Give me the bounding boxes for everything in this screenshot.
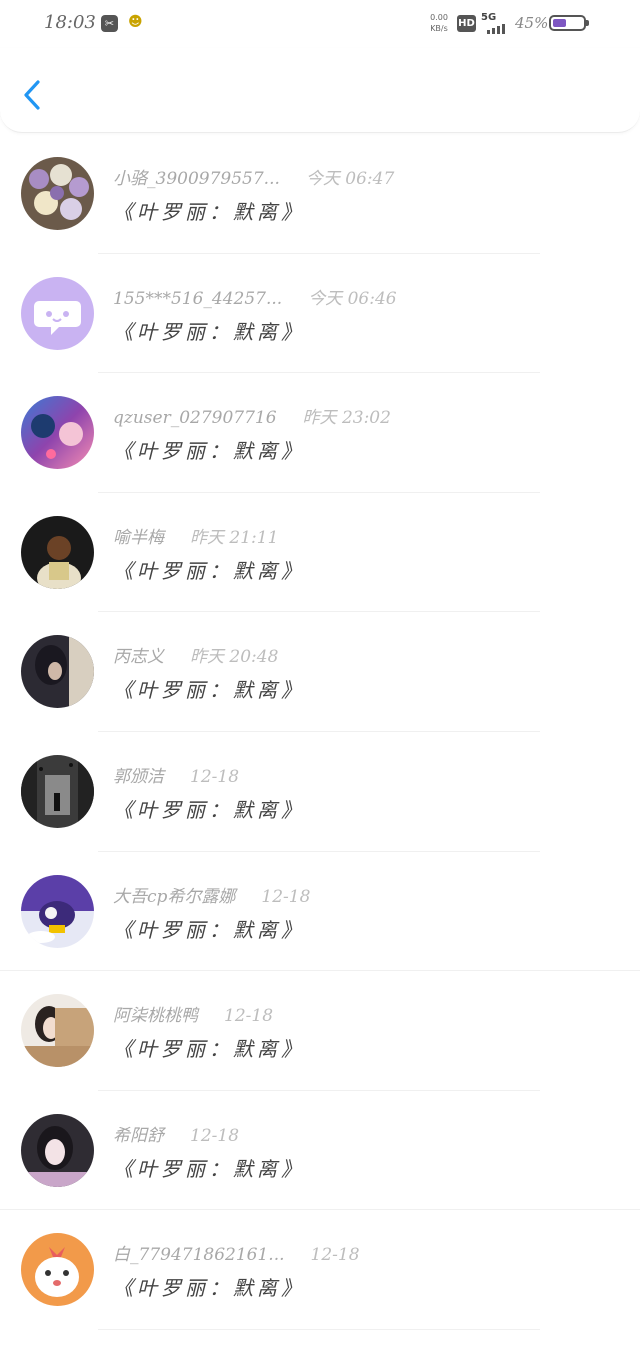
- list-item[interactable]: qzuser_027907716 昨天 23:02 《叶罗丽：默离》: [0, 373, 640, 493]
- message-time: 12-18: [261, 886, 311, 907]
- sender-line: 喻半梅 昨天 21:11: [113, 523, 278, 548]
- list-item[interactable]: 小骆_3900979557... 今天 06:47 《叶罗丽：默离》: [0, 134, 640, 254]
- list-item[interactable]: 大吾cp希尔露娜 12-18 《叶罗丽：默离》: [0, 852, 640, 972]
- message-time: 今天 06:46: [308, 288, 397, 309]
- sender-line: 希阳舒 12-18: [113, 1121, 239, 1146]
- message-time: 今天 06:47: [305, 169, 395, 189]
- sender-name: 希阳舒: [113, 1125, 164, 1146]
- message-text: 《叶罗丽：默离》: [113, 439, 305, 464]
- message-text: 《叶罗丽：默离》: [113, 917, 305, 942]
- list-item[interactable]: 丙志义 昨天 20:48 《叶罗丽：默离》: [0, 612, 640, 732]
- scissors-app-icon: ✂: [101, 15, 118, 32]
- sender-name: 小骆_3900979557...: [113, 169, 280, 189]
- battery-icon: [549, 15, 589, 31]
- message-list: 小骆_3900979557... 今天 06:47 《叶罗丽：默离》 155***…: [0, 134, 640, 1330]
- avatar[interactable]: [21, 754, 94, 828]
- message-time: 12-18: [190, 1125, 240, 1146]
- message-text: 《叶罗丽：默离》: [113, 558, 305, 583]
- message-time: 昨天 21:11: [190, 527, 279, 548]
- divider: [98, 1328, 540, 1330]
- list-item[interactable]: 白_779471862161... 12-18 《叶罗丽：默离》: [0, 1210, 640, 1330]
- hd-icon: HD: [457, 15, 476, 32]
- header-bar: [0, 48, 640, 133]
- battery-fill: [553, 19, 566, 27]
- message-text: 《叶罗丽：默离》: [113, 1037, 305, 1062]
- message-time: 12-18: [190, 766, 240, 787]
- sender-line: 阿柒桃桃鸭 12-18: [113, 1001, 273, 1026]
- list-item[interactable]: 郭颁洁 12-18 《叶罗丽：默离》: [0, 732, 640, 852]
- list-item[interactable]: 希阳舒 12-18 《叶罗丽：默离》: [0, 1091, 640, 1211]
- message-text: 《叶罗丽：默离》: [113, 200, 305, 224]
- avatar[interactable]: [21, 635, 94, 709]
- sender-line: 155***516_44257... 今天 06:46: [113, 284, 397, 309]
- emoji-notification-icon: ☻: [128, 14, 143, 30]
- back-button[interactable]: [18, 74, 50, 114]
- network-speed-value: 0.00: [430, 13, 448, 22]
- status-time: 18:03: [44, 12, 96, 33]
- sender-name: 郭颁洁: [113, 766, 164, 787]
- sender-line: qzuser_027907716 昨天 23:02: [113, 403, 391, 428]
- sender-name: 白_779471862161...: [113, 1245, 285, 1266]
- chevron-left-icon: [24, 80, 40, 110]
- list-item[interactable]: 阿柒桃桃鸭 12-18 《叶罗丽：默离》: [0, 971, 640, 1091]
- avatar[interactable]: [21, 276, 94, 350]
- sender-name: 阿柒桃桃鸭: [113, 1006, 198, 1027]
- avatar[interactable]: [21, 1113, 94, 1187]
- sender-line: 丙志义 昨天 20:48: [113, 642, 278, 667]
- sender-line: 白_779471862161... 12-18: [113, 1240, 360, 1265]
- list-item[interactable]: 155***516_44257... 今天 06:46 《叶罗丽：默离》: [0, 254, 640, 374]
- message-text: 《叶罗丽：默离》: [113, 1156, 305, 1181]
- message-text: 《叶罗丽：默离》: [113, 1276, 305, 1301]
- sender-line: 小骆_3900979557... 今天 06:47: [113, 164, 394, 189]
- message-time: 12-18: [310, 1245, 360, 1266]
- message-time: 昨天 20:48: [190, 647, 279, 668]
- avatar[interactable]: [21, 874, 94, 948]
- avatar[interactable]: [21, 396, 94, 470]
- sender-line: 郭颁洁 12-18: [113, 762, 239, 787]
- message-text: 《叶罗丽：默离》: [113, 319, 305, 344]
- avatar[interactable]: [21, 515, 94, 589]
- message-text: 《叶罗丽：默离》: [113, 678, 305, 703]
- message-time: 12-18: [224, 1006, 274, 1027]
- message-text: 《叶罗丽：默离》: [113, 797, 305, 822]
- battery-percentage: 45%: [515, 14, 549, 32]
- sender-line: 大吾cp希尔露娜 12-18: [113, 882, 310, 907]
- avatar[interactable]: [21, 157, 94, 230]
- list-item[interactable]: 喻半梅 昨天 21:11 《叶罗丽：默离》: [0, 493, 640, 613]
- sender-name: 喻半梅: [113, 527, 164, 548]
- signal-generation: 5G: [481, 12, 497, 23]
- network-speed-unit: KB/s: [430, 24, 448, 33]
- sender-name: 155***516_44257...: [113, 288, 283, 309]
- signal-icon: 5G: [481, 12, 511, 34]
- sender-name: 大吾cp希尔露娜: [113, 886, 236, 907]
- sender-name: qzuser_027907716: [113, 408, 277, 429]
- avatar[interactable]: [21, 1233, 94, 1307]
- sender-name: 丙志义: [113, 647, 164, 668]
- network-speed: 0.00 KB/s: [427, 12, 451, 34]
- avatar[interactable]: [21, 994, 94, 1068]
- message-time: 昨天 23:02: [302, 408, 391, 429]
- status-bar: 18:03 ✂ ☻ 0.00 KB/s HD 5G 45%: [0, 0, 640, 48]
